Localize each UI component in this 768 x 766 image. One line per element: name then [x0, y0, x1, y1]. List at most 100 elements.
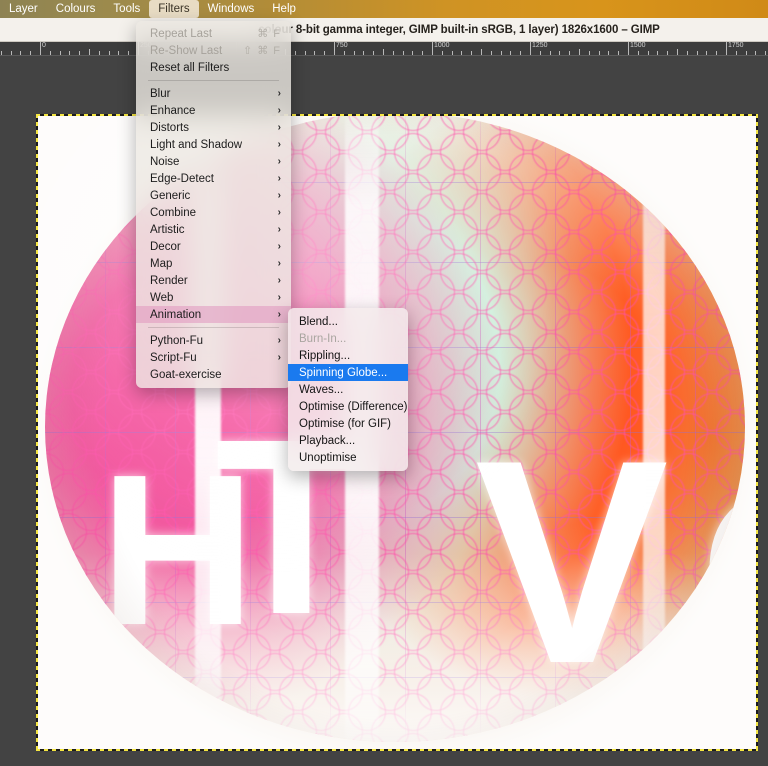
menu-item-label: Map [150, 257, 173, 270]
filters-menu-item-enhance[interactable]: Enhance › [136, 102, 291, 119]
title-bar: colour 8-bit gamma integer, GIMP built-i… [0, 18, 768, 42]
menu-item-label: Animation [150, 308, 202, 321]
menu-item-label: Re-Show Last [150, 44, 223, 57]
ruler-tick [510, 51, 511, 55]
ruler-tick [540, 51, 541, 55]
chevron-right-icon: › [277, 172, 281, 184]
menu-item-label: Playback... [299, 434, 356, 447]
menu-item-label: Burn-In... [299, 332, 347, 345]
filters-menu-item-web[interactable]: Web › [136, 289, 291, 306]
ruler-tick [305, 51, 306, 55]
chevron-right-icon: › [277, 240, 281, 252]
menu-item-label: Artistic [150, 223, 185, 236]
ruler-label: 1500 [630, 42, 646, 49]
filters-menu-item-map[interactable]: Map › [136, 255, 291, 272]
ruler-tick [608, 51, 609, 55]
ruler-label: 0 [42, 42, 46, 49]
ruler-tick [69, 51, 70, 55]
ruler-tick [501, 51, 502, 55]
animation-menu-item-unoptimise[interactable]: Unoptimise [288, 449, 408, 466]
menu-item-label: Distorts [150, 121, 189, 134]
chevron-right-icon: › [277, 308, 281, 320]
ruler-tick [20, 51, 21, 55]
ruler-tick [550, 51, 551, 55]
animation-menu-item-playback[interactable]: Playback... [288, 432, 408, 449]
filters-menu-item-noise[interactable]: Noise › [136, 153, 291, 170]
ruler-tick [109, 51, 110, 55]
ruler-tick [60, 51, 61, 55]
ruler-tick [667, 51, 668, 55]
filters-menu-item-script-fu[interactable]: Script-Fu › [136, 349, 291, 366]
ruler-tick [99, 51, 100, 55]
menu-bar: Layer Colours Tools Filters Windows Help [0, 0, 768, 18]
filters-menu[interactable]: Repeat Last ⌘ F Re-Show Last ⇧ ⌘ F Reset all… [136, 21, 291, 388]
animation-menu-item-spinning-globe[interactable]: Spinning Globe... [288, 364, 408, 381]
animation-menu-item-waves[interactable]: Waves... [288, 381, 408, 398]
ruler-tick [755, 51, 756, 55]
menubar-item-layer[interactable]: Layer [0, 0, 47, 18]
menubar-item-help[interactable]: Help [263, 0, 305, 18]
animation-menu-item-blend[interactable]: Blend... [288, 313, 408, 330]
animation-menu-item-burn-in: Burn-In... [288, 330, 408, 347]
ruler-tick [422, 51, 423, 55]
filters-menu-item-decor[interactable]: Decor › [136, 238, 291, 255]
menu-item-label: Blur [150, 87, 171, 100]
filters-menu-item-animation[interactable]: Animation › [136, 306, 291, 323]
menubar-item-tools[interactable]: Tools [104, 0, 149, 18]
ruler-tick [746, 51, 747, 55]
ruler-tick [128, 51, 129, 55]
menu-item-label: Enhance [150, 104, 196, 117]
ruler-tick [599, 51, 600, 55]
menu-item-shortcut: ⇧ ⌘ F [242, 45, 281, 57]
menu-item-label: Generic [150, 189, 191, 202]
menubar-item-windows[interactable]: Windows [199, 0, 264, 18]
ruler-tick [403, 51, 404, 55]
filters-menu-item-generic[interactable]: Generic › [136, 187, 291, 204]
menubar-item-filters[interactable]: Filters [149, 0, 199, 18]
ruler-tick [89, 49, 90, 55]
filters-menu-item-render[interactable]: Render › [136, 272, 291, 289]
menu-item-label: Reset all Filters [150, 61, 230, 74]
animation-submenu[interactable]: Blend... Burn-In... Rippling... Spinning Gl… [288, 308, 408, 471]
gimp-image-window: Layer Colours Tools Filters Windows Help colo… [0, 0, 768, 766]
menu-item-label: Optimise (for GIF) [299, 417, 392, 430]
ruler-tick [648, 51, 649, 55]
ruler-gap [0, 56, 768, 60]
horizontal-ruler[interactable]: 02505007501000125015001750 [0, 42, 768, 56]
menubar-item-colours[interactable]: Colours [47, 0, 105, 18]
filters-menu-item-python-fu[interactable]: Python-Fu › [136, 332, 291, 349]
menu-item-label: Render [150, 274, 188, 287]
ruler-tick [657, 51, 658, 55]
ruler-tick [79, 51, 80, 55]
ruler-label: 1000 [434, 42, 450, 49]
menu-item-label: Combine [150, 206, 197, 219]
ruler-tick [618, 51, 619, 55]
filters-menu-item-reset-all-filters[interactable]: Reset all Filters [136, 59, 291, 76]
filters-menu-item-combine[interactable]: Combine › [136, 204, 291, 221]
animation-menu-item-optimise-for-gif[interactable]: Optimise (for GIF) [288, 415, 408, 432]
ruler-tick [677, 49, 678, 55]
filters-menu-item-edge-detect[interactable]: Edge-Detect › [136, 170, 291, 187]
filters-menu-item-artistic[interactable]: Artistic › [136, 221, 291, 238]
animation-menu-item-rippling[interactable]: Rippling... [288, 347, 408, 364]
ruler-tick [373, 51, 374, 55]
ruler-tick [314, 51, 315, 55]
filters-menu-item-blur[interactable]: Blur › [136, 85, 291, 102]
menu-separator [148, 80, 279, 81]
chevron-right-icon: › [277, 206, 281, 218]
ruler-tick [383, 49, 384, 55]
ruler-tick [363, 51, 364, 55]
ruler-tick [491, 51, 492, 55]
ruler-tick [697, 51, 698, 55]
chevron-right-icon: › [277, 334, 281, 346]
ruler-tick [461, 51, 462, 55]
chevron-right-icon: › [277, 189, 281, 201]
chevron-right-icon: › [277, 121, 281, 133]
ruler-tick [638, 51, 639, 55]
filters-menu-item-light-and-shadow[interactable]: Light and Shadow › [136, 136, 291, 153]
filters-menu-item-goat-exercise[interactable]: Goat-exercise [136, 366, 291, 383]
filters-menu-item-distorts[interactable]: Distorts › [136, 119, 291, 136]
animation-menu-item-optimise-difference[interactable]: Optimise (Difference) [288, 398, 408, 415]
ruler-tick [1, 51, 2, 55]
ruler-tick [706, 51, 707, 55]
